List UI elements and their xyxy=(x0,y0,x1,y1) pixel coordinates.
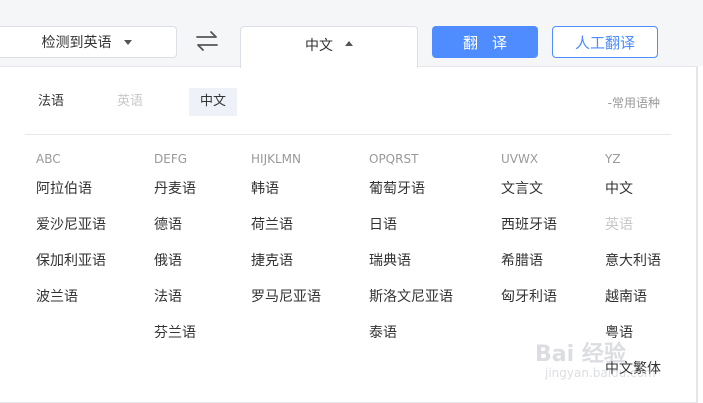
lang-column-opqrst: OPQRST 葡萄牙语 日语 瑞典语 斯洛文尼亚语 泰语 xyxy=(369,151,453,359)
lang-option[interactable]: 希腊语 xyxy=(501,251,557,287)
lang-column-yz: YZ 中文 英语 意大利语 越南语 粤语 中文繁体 xyxy=(605,151,661,395)
chevron-down-icon xyxy=(123,39,132,45)
lang-option[interactable]: 韩语 xyxy=(251,179,321,215)
lang-option[interactable]: 荷兰语 xyxy=(251,215,321,251)
target-language-select[interactable]: 中文 xyxy=(240,26,418,68)
common-lang-chinese[interactable]: 中文 xyxy=(189,88,238,116)
chevron-up-icon xyxy=(345,41,353,46)
common-lang-french[interactable]: 法语 xyxy=(27,88,75,116)
lang-option[interactable]: 捷克语 xyxy=(251,251,321,287)
source-language-select[interactable]: 检测到英语 xyxy=(0,26,177,58)
lang-option[interactable]: 阿拉伯语 xyxy=(36,179,106,215)
lang-column-abc: ABC 阿拉伯语 爱沙尼亚语 保加利亚语 波兰语 xyxy=(36,151,106,323)
lang-column-hijklmn: HIJKLMN 韩语 荷兰语 捷克语 罗马尼亚语 xyxy=(251,151,321,323)
divider xyxy=(25,134,671,135)
column-header: YZ xyxy=(605,152,621,166)
lang-option[interactable]: 泰语 xyxy=(369,323,453,359)
lang-option[interactable]: 意大利语 xyxy=(605,251,661,287)
lang-column-uvwx: UVWX 文言文 西班牙语 希腊语 匈牙利语 xyxy=(501,151,557,323)
column-header: DEFG xyxy=(154,152,188,166)
lang-option[interactable]: 葡萄牙语 xyxy=(369,179,453,215)
common-lang-english: 英语 xyxy=(117,94,144,109)
lang-column-defg: DEFG 丹麦语 德语 俄语 法语 芬兰语 xyxy=(154,151,196,359)
lang-option[interactable]: 粤语 xyxy=(605,323,661,359)
lang-option[interactable]: 越南语 xyxy=(605,287,661,323)
human-translate-button[interactable]: 人工翻译 xyxy=(552,26,658,58)
lang-option[interactable]: 保加利亚语 xyxy=(36,251,106,287)
lang-option[interactable]: 西班牙语 xyxy=(501,215,557,251)
lang-option[interactable]: 波兰语 xyxy=(36,287,106,323)
common-languages-row: 法语 英语 中文 -常用语种 xyxy=(0,67,697,135)
lang-option[interactable]: 丹麦语 xyxy=(154,179,196,215)
lang-option[interactable]: 芬兰语 xyxy=(154,323,196,359)
lang-option[interactable]: 爱沙尼亚语 xyxy=(36,215,106,251)
lang-option[interactable]: 中文繁体 xyxy=(605,359,661,395)
column-header: ABC xyxy=(36,152,61,166)
column-header: OPQRST xyxy=(369,152,419,166)
lang-option-disabled: 英语 xyxy=(605,217,633,233)
lang-option[interactable]: 德语 xyxy=(154,215,196,251)
lang-option[interactable]: 瑞典语 xyxy=(369,251,453,287)
translate-button[interactable]: 翻译 xyxy=(432,26,538,58)
lang-option[interactable]: 日语 xyxy=(369,215,453,251)
common-languages-tag: -常用语种 xyxy=(607,96,660,110)
source-language-label: 检测到英语 xyxy=(41,35,112,51)
translate-toolbar: 检测到英语 中文 翻译 人工翻译 xyxy=(0,0,703,68)
swap-languages-icon[interactable] xyxy=(194,29,220,53)
target-language-label: 中文 xyxy=(305,38,333,54)
column-header: HIJKLMN xyxy=(251,152,301,166)
lang-option[interactable]: 俄语 xyxy=(154,251,196,287)
lang-option[interactable]: 匈牙利语 xyxy=(501,287,557,323)
lang-option[interactable]: 中文 xyxy=(605,179,661,215)
lang-option[interactable]: 文言文 xyxy=(501,179,557,215)
language-dropdown-panel: 法语 英语 中文 -常用语种 ABC 阿拉伯语 爱沙尼亚语 保加利亚语 波兰语 … xyxy=(0,66,697,403)
lang-option[interactable]: 斯洛文尼亚语 xyxy=(369,287,453,323)
lang-option[interactable]: 法语 xyxy=(154,287,196,323)
column-header: UVWX xyxy=(501,152,539,166)
background-strip xyxy=(697,66,703,403)
lang-option[interactable]: 罗马尼亚语 xyxy=(251,287,321,323)
